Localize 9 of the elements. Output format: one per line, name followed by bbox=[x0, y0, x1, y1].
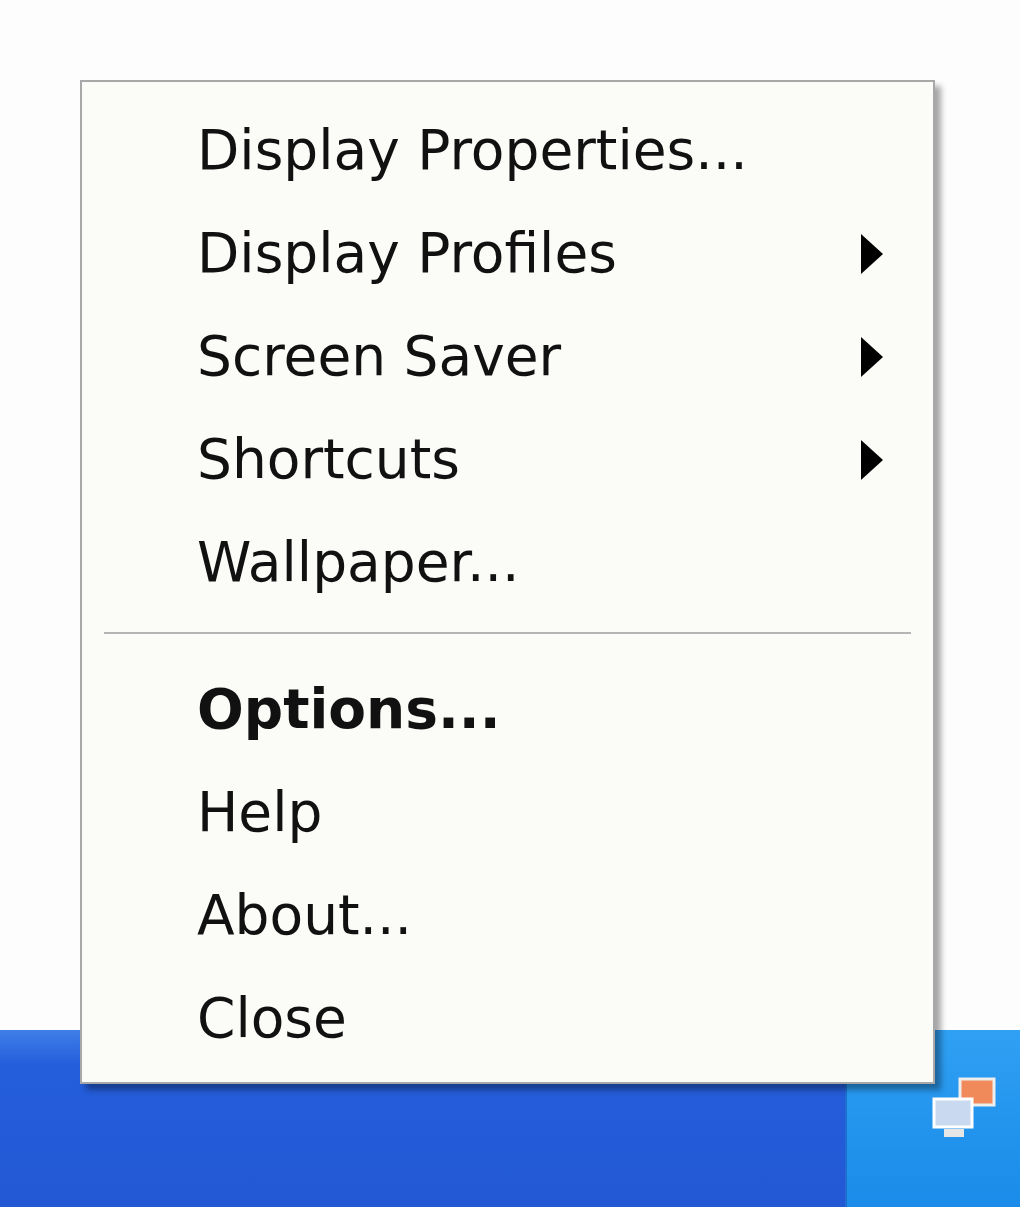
menu-item[interactable]: Wallpaper... bbox=[197, 530, 520, 595]
menu-item[interactable]: Options... bbox=[197, 677, 501, 742]
menu-item[interactable]: Shortcuts bbox=[197, 427, 460, 492]
menu-item[interactable]: Help bbox=[197, 780, 323, 845]
menu-item[interactable]: About... bbox=[197, 883, 413, 948]
menu-item[interactable]: Screen Saver bbox=[197, 324, 562, 389]
menu-item[interactable]: Display Profiles bbox=[197, 221, 617, 286]
menu-item[interactable]: Display Properties... bbox=[197, 118, 748, 183]
menu-item[interactable]: Close bbox=[197, 986, 347, 1051]
